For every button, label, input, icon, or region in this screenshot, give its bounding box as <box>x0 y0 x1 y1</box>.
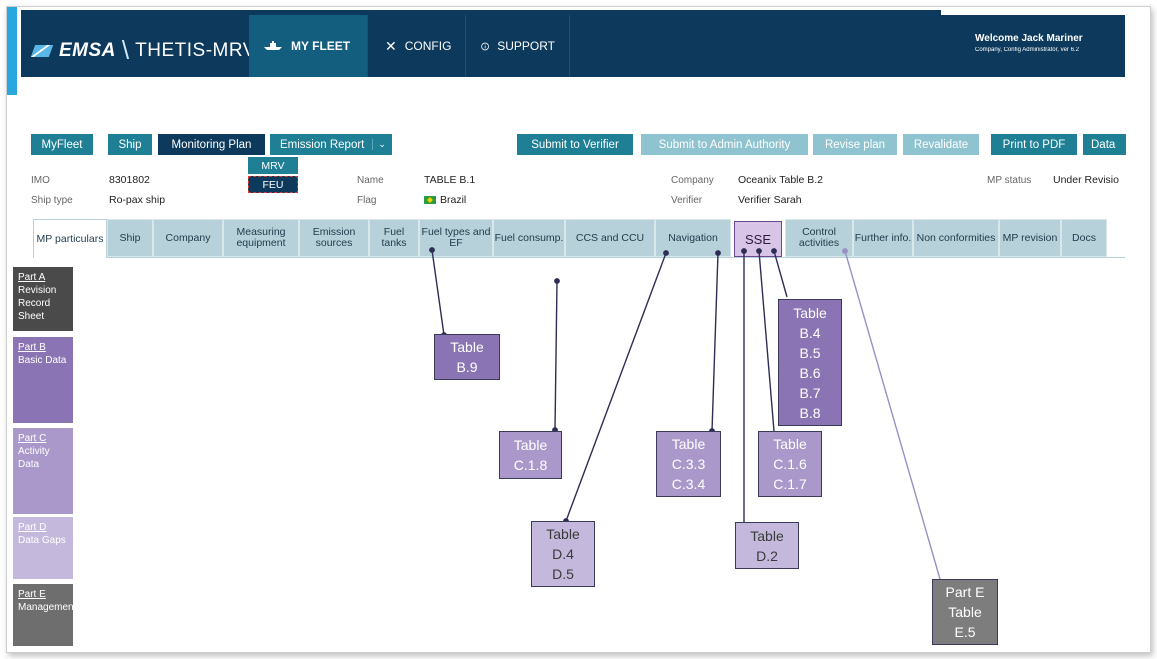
callout-line: D.4 <box>552 546 574 562</box>
callout-table-b4-b8: Table B.4 B.5 B.6 B.7 B.8 <box>778 299 842 426</box>
callout-line: Table <box>948 604 982 620</box>
callout-line: C.1.7 <box>773 476 807 492</box>
callout-table-c33-c34: Table C.3.3 C.3.4 <box>656 431 721 497</box>
callout-line: Table <box>546 526 580 542</box>
screenshot-frame: EMSA \ THETIS-MRV MY FLEET ✕ CONFIG SUPP… <box>6 6 1151 653</box>
callout-line: B.8 <box>799 404 821 421</box>
callout-table-c16-c17: Table C.1.6 C.1.7 <box>758 431 822 497</box>
callout-line: Table <box>750 527 784 544</box>
callout-table-b9: Table B.9 <box>434 334 500 380</box>
callout-line: D.5 <box>552 566 574 582</box>
callout-line: Table <box>450 339 484 355</box>
callout-line: Part E <box>945 584 985 600</box>
callout-line: D.2 <box>756 547 778 564</box>
callout-table-d4-d5: Table D.4 D.5 <box>531 521 595 587</box>
callout-line: C.1.8 <box>513 457 548 473</box>
callout-line: B.5 <box>799 344 821 361</box>
callout-line: E.5 <box>954 624 976 640</box>
callout-line: C.1.6 <box>773 456 807 472</box>
callout-table-c18: Table C.1.8 <box>499 431 562 479</box>
callout-line: B.7 <box>799 384 821 401</box>
callout-part-e-table-e5: Part E Table E.5 <box>932 579 998 645</box>
callout-line: C.3.4 <box>671 476 706 492</box>
callout-line: Table <box>513 437 548 453</box>
callout-line: Table <box>773 436 807 452</box>
callout-line: B.9 <box>456 359 478 375</box>
callout-line: C.3.3 <box>671 456 706 472</box>
callout-line: Table <box>671 436 706 452</box>
callout-line: B.6 <box>799 364 821 381</box>
callout-line: Table <box>793 304 827 321</box>
callout-line: B.4 <box>799 324 821 341</box>
callout-table-d2: Table D.2 <box>735 522 799 569</box>
